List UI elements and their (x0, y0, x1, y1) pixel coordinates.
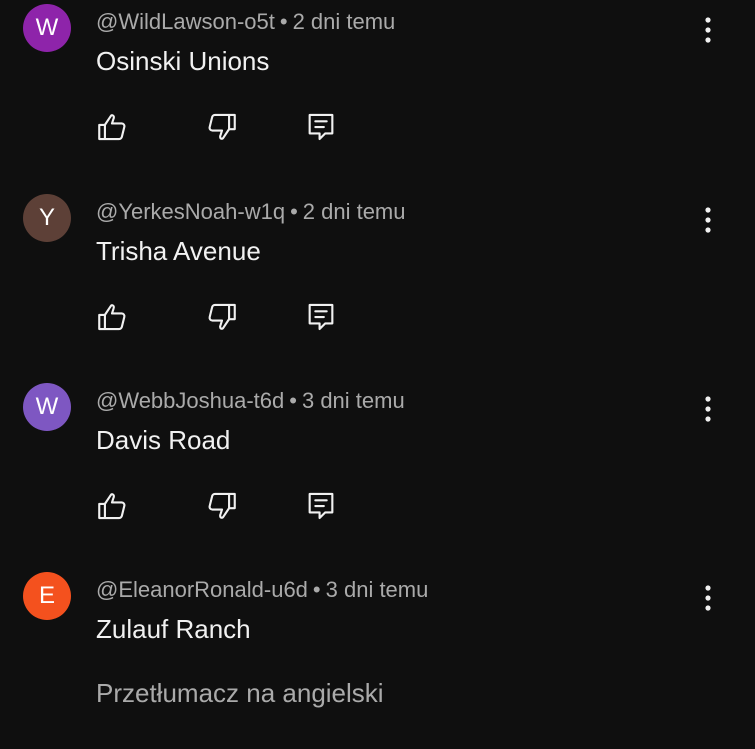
comment-text: Osinski Unions (96, 46, 270, 76)
meta-separator: • (289, 388, 297, 413)
thumbs-up-icon (98, 493, 126, 520)
like-button[interactable] (95, 110, 129, 144)
dislike-button[interactable] (205, 300, 239, 334)
comment-meta: @EleanorRonald-u6d • 3 dni temu (96, 577, 428, 603)
avatar-letter: E (38, 582, 55, 609)
reply-button[interactable] (304, 300, 338, 334)
meta-separator: • (279, 9, 288, 34)
comment-author[interactable]: @WildLawson-o5t (96, 9, 275, 34)
comment-author[interactable]: @EleanorRonald-u6d (96, 577, 308, 602)
dislike-button[interactable] (205, 489, 239, 523)
comment-time[interactable]: 2 dni temu (303, 199, 406, 224)
translate-button[interactable]: Przetłumacz na angielski (96, 678, 384, 709)
dislike-button[interactable] (205, 110, 239, 144)
comment-actions (95, 110, 395, 144)
comment-time[interactable]: 2 dni temu (293, 9, 396, 34)
comment-author[interactable]: @YerkesNoah-w1q (96, 199, 285, 224)
thumbs-up-icon (98, 114, 126, 141)
comment-time[interactable]: 3 dni temu (326, 577, 429, 602)
like-button[interactable] (95, 489, 129, 523)
more-vert-icon (705, 396, 711, 422)
avatar[interactable]: Y (23, 194, 71, 242)
comment-item: W @WildLawson-o5t • 2 dni temu Osinski Uni… (0, 0, 755, 190)
avatar[interactable]: E (23, 572, 71, 620)
comment-text: Davis Road (96, 425, 231, 455)
comment-meta: @WebbJoshua-t6d • 3 dni temu (96, 388, 405, 414)
more-options-button[interactable] (694, 202, 722, 238)
like-button[interactable] (95, 300, 129, 334)
avatar[interactable]: W (23, 383, 71, 431)
comment-time[interactable]: 3 dni temu (302, 388, 405, 413)
comment-actions (95, 489, 395, 523)
comment-text: Zulauf Ranch (96, 614, 251, 644)
comment-item: Y @YerkesNoah-w1q • 2 dni temu Trisha Aven… (0, 190, 755, 380)
comment-meta: @YerkesNoah-w1q • 2 dni temu (96, 199, 406, 225)
avatar-letter: Y (38, 204, 55, 231)
comment-item: E @EleanorRonald-u6d • 3 dni temu Zulauf R… (0, 568, 755, 749)
more-options-button[interactable] (694, 391, 722, 427)
reply-icon (308, 492, 334, 520)
thumbs-down-icon (208, 492, 236, 519)
avatar-letter: W (35, 14, 59, 41)
comment-author[interactable]: @WebbJoshua-t6d (96, 388, 284, 413)
more-vert-icon (705, 17, 711, 43)
thumbs-down-icon (208, 113, 236, 140)
reply-button[interactable] (304, 110, 338, 144)
meta-separator: • (312, 577, 321, 602)
more-options-button[interactable] (694, 580, 722, 616)
more-vert-icon (705, 585, 711, 611)
thumbs-down-icon (208, 303, 236, 330)
thumbs-up-icon (98, 304, 126, 331)
more-options-button[interactable] (694, 12, 722, 48)
reply-button[interactable] (304, 489, 338, 523)
comment-text: Trisha Avenue (96, 236, 261, 266)
meta-separator: • (290, 199, 298, 224)
avatar[interactable]: W (23, 4, 71, 52)
reply-icon (308, 113, 334, 141)
comment-meta: @WildLawson-o5t • 2 dni temu (96, 9, 395, 35)
comment-actions (95, 300, 395, 334)
reply-icon (308, 303, 334, 331)
avatar-letter: W (35, 393, 59, 420)
comment-item: W @WebbJoshua-t6d • 3 dni temu Davis Road (0, 379, 755, 569)
more-vert-icon (705, 207, 711, 233)
